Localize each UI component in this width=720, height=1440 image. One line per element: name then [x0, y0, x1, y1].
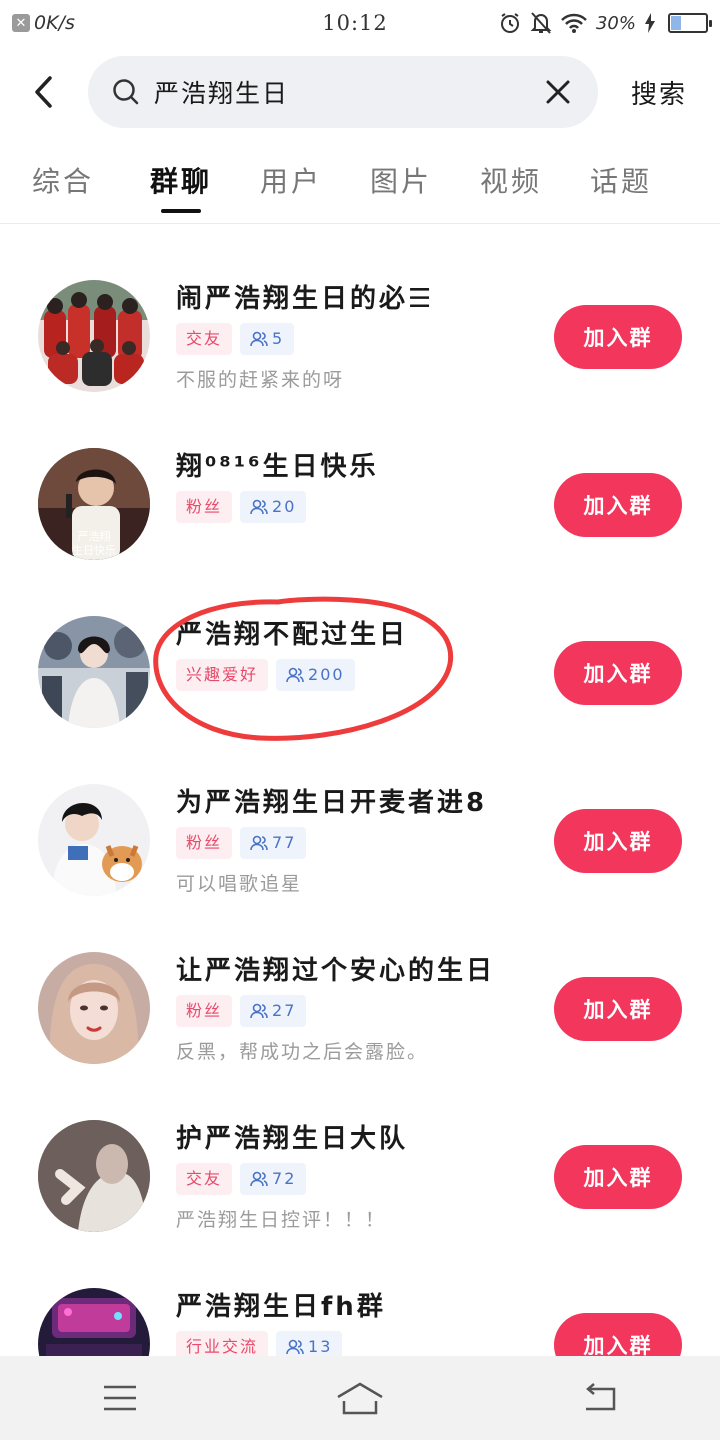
group-title: 护严浩翔生日大队 — [176, 1124, 409, 1154]
tab-users[interactable]: 用户 — [236, 150, 346, 223]
highlight-annotation — [153, 596, 454, 741]
group-title: 严浩翔生日fh群 — [176, 1292, 386, 1322]
group-title: 让严浩翔过个安心的生日 — [176, 956, 496, 986]
system-nav-bar — [0, 1356, 720, 1440]
join-group-button[interactable]: 加入群 — [554, 305, 682, 369]
close-icon — [546, 80, 570, 104]
group-title: 为严浩翔生日开麦者进8 — [176, 788, 488, 818]
battery-icon — [668, 13, 712, 33]
people-icon — [250, 1003, 268, 1019]
member-count: 20 — [272, 497, 297, 516]
alarm-icon — [500, 13, 519, 33]
member-count: 13 — [308, 1337, 333, 1356]
status-bar: ✕ 0K/s 10:12 30% — [0, 0, 720, 46]
member-count-badge: 72 — [240, 1163, 307, 1195]
search-submit-button[interactable]: 搜索 — [598, 74, 720, 111]
member-count: 5 — [272, 329, 285, 348]
member-count-badge: 5 — [240, 323, 295, 355]
people-icon — [250, 835, 268, 851]
notification-close-icon: ✕ — [12, 14, 30, 32]
member-count-badge: 77 — [240, 827, 307, 859]
svg-text:严浩翔: 严浩翔 — [78, 529, 111, 543]
group-category-tag: 交友 — [176, 1163, 233, 1195]
tab-group-chat[interactable]: 群聊 — [126, 150, 236, 223]
group-description: 可以唱歌追星 — [176, 873, 303, 895]
group-description: 反黑，帮成功之后会露脸。 — [176, 1041, 429, 1063]
home-icon — [337, 1382, 383, 1415]
group-title: 闹严浩翔生日的必☰ — [176, 284, 435, 314]
avatar — [38, 1288, 150, 1356]
search-header: 严浩翔生日 搜索 — [0, 56, 720, 128]
list-item[interactable]: 让严浩翔过个安心的生日 粉丝 27 反黑，帮成功之后会露脸。 加入群 — [0, 897, 720, 1065]
avatar: 严浩翔 生日快乐 — [38, 448, 150, 560]
category-tabs: 综合 群聊 用户 图片 视频 话题 — [0, 150, 720, 224]
svg-text:生日快乐: 生日快乐 — [72, 543, 116, 557]
group-description: 不服的赶紧来的呀 — [176, 369, 345, 391]
battery-percent: 30% — [595, 12, 636, 34]
list-item[interactable]: 闹严浩翔生日的必☰ 交友 5 不服的赶紧来的呀 加入群 — [0, 225, 720, 393]
network-speed: 0K/s — [34, 12, 75, 34]
join-group-button[interactable]: 加入群 — [554, 473, 682, 537]
join-group-button[interactable]: 加入群 — [554, 977, 682, 1041]
member-count: 27 — [272, 1001, 297, 1020]
mute-icon — [530, 12, 552, 34]
join-group-button[interactable]: 加入群 — [554, 1145, 682, 1209]
people-icon — [286, 1339, 304, 1355]
avatar — [38, 1120, 150, 1232]
tab-general[interactable]: 综合 — [0, 150, 126, 223]
avatar — [38, 616, 150, 728]
back-button[interactable] — [0, 56, 88, 128]
list-item[interactable]: 为严浩翔生日开麦者进8 粉丝 77 可以唱歌追星 加入群 — [0, 729, 720, 897]
member-count: 77 — [272, 833, 297, 852]
group-description: 严浩翔生日控评！！！ — [176, 1209, 387, 1231]
people-icon — [250, 1171, 268, 1187]
join-group-button[interactable]: 加入群 — [554, 1313, 682, 1356]
menu-icon — [104, 1385, 136, 1411]
home-button[interactable] — [310, 1368, 410, 1428]
back-system-button[interactable] — [550, 1368, 650, 1428]
member-count-badge: 20 — [240, 491, 307, 523]
people-icon — [250, 331, 268, 347]
clock: 10:12 — [322, 11, 388, 35]
charging-icon — [645, 13, 655, 33]
group-list: 闹严浩翔生日的必☰ 交友 5 不服的赶紧来的呀 加入群 严浩翔 生日快乐 翔⁰⁸¹… — [0, 225, 720, 1356]
member-count-badge: 13 — [276, 1331, 343, 1356]
list-item[interactable]: 严浩翔生日fh群 行业交流 13 加入群 — [0, 1233, 720, 1356]
join-group-button[interactable]: 加入群 — [554, 809, 682, 873]
back-arrow-icon — [35, 76, 52, 108]
avatar — [38, 280, 150, 392]
group-title: 翔⁰⁸¹⁶生日快乐 — [176, 452, 379, 482]
wifi-icon — [561, 13, 587, 33]
group-category-tag: 粉丝 — [176, 491, 233, 523]
search-input[interactable]: 严浩翔生日 — [154, 74, 540, 110]
search-box[interactable]: 严浩翔生日 — [88, 56, 598, 128]
people-icon — [250, 499, 268, 515]
search-icon — [113, 79, 139, 105]
menu-button[interactable] — [70, 1368, 170, 1428]
member-count-badge: 27 — [240, 995, 307, 1027]
list-item[interactable]: 严浩翔 生日快乐 翔⁰⁸¹⁶生日快乐 粉丝 20 加入群 — [0, 393, 720, 561]
avatar — [38, 784, 150, 896]
group-category-tag: 交友 — [176, 323, 233, 355]
join-group-button[interactable]: 加入群 — [554, 641, 682, 705]
group-category-tag: 行业交流 — [176, 1331, 269, 1356]
list-item[interactable]: 护严浩翔生日大队 交友 72 严浩翔生日控评！！！ 加入群 — [0, 1065, 720, 1233]
avatar — [38, 952, 150, 1064]
tab-images[interactable]: 图片 — [346, 150, 456, 223]
group-category-tag: 粉丝 — [176, 995, 233, 1027]
tab-videos[interactable]: 视频 — [456, 150, 566, 223]
group-category-tag: 粉丝 — [176, 827, 233, 859]
clear-search-button[interactable] — [540, 74, 576, 110]
return-icon — [586, 1383, 616, 1411]
member-count: 72 — [272, 1169, 297, 1188]
tab-topics[interactable]: 话题 — [566, 150, 676, 223]
